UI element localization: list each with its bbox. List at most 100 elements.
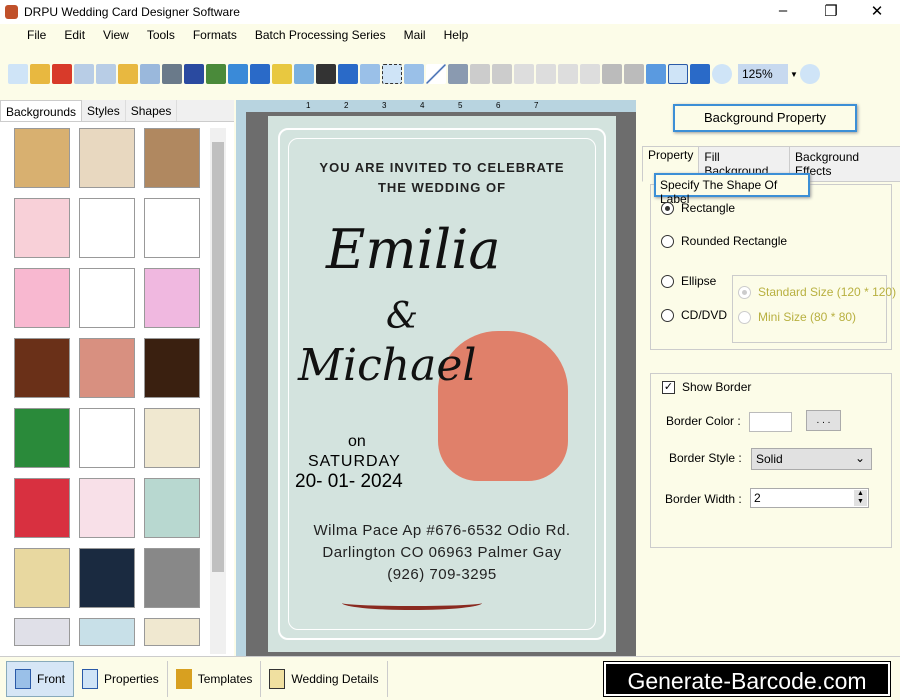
pen-icon[interactable] (250, 64, 270, 84)
save-icon[interactable] (74, 64, 94, 84)
tab-shapes[interactable]: Shapes (126, 100, 178, 121)
fit-icon[interactable] (690, 64, 710, 84)
panel-title: Background Property (673, 104, 857, 132)
groom-name: Michael (298, 340, 477, 391)
export-icon[interactable] (118, 64, 138, 84)
print-preview-icon[interactable] (140, 64, 160, 84)
border-width-spinner[interactable]: 2 ▲ ▼ (750, 488, 869, 508)
new-icon[interactable] (8, 64, 28, 84)
menu-tools[interactable]: Tools (138, 28, 184, 42)
menu-help[interactable]: Help (435, 28, 478, 42)
insert-picture-icon[interactable] (228, 64, 248, 84)
background-thumbnail[interactable] (79, 338, 135, 398)
shapes-icon[interactable] (272, 64, 292, 84)
background-thumbnail[interactable] (79, 198, 135, 258)
minimize-button[interactable]: – (768, 2, 798, 19)
tab-templates[interactable]: Templates (168, 660, 262, 697)
grid-icon[interactable] (646, 64, 666, 84)
chevron-down-icon[interactable]: ▼ (790, 70, 798, 79)
menu-formats[interactable]: Formats (184, 28, 246, 42)
mail-icon[interactable] (404, 64, 424, 84)
send-back-icon[interactable] (624, 64, 644, 84)
background-thumbnail[interactable] (144, 618, 200, 646)
menu-mail[interactable]: Mail (395, 28, 435, 42)
day-label: SATURDAY (308, 453, 401, 470)
menu-edit[interactable]: Edit (55, 28, 94, 42)
browse-color-button[interactable]: . . . (806, 410, 841, 431)
background-thumbnail[interactable] (79, 268, 135, 328)
background-thumbnail[interactable] (144, 408, 200, 468)
zoom-out-icon[interactable] (799, 64, 820, 84)
bring-front-icon[interactable] (602, 64, 622, 84)
signature-icon[interactable] (382, 64, 402, 84)
background-thumbnail[interactable] (144, 548, 200, 608)
zoom-select[interactable]: 125% (738, 64, 788, 84)
templates-icon (175, 668, 192, 689)
radio-mini-size[interactable]: Mini Size (80 * 80) (738, 310, 856, 324)
menu-batch[interactable]: Batch Processing Series (246, 28, 395, 42)
zoom-in-icon[interactable] (712, 64, 732, 84)
redo-icon[interactable] (492, 64, 512, 84)
tab-styles[interactable]: Styles (82, 100, 126, 121)
background-thumbnail[interactable] (14, 478, 70, 538)
background-thumbnail[interactable] (14, 128, 70, 188)
background-thumbnail[interactable] (79, 618, 135, 646)
cut-icon[interactable] (514, 64, 534, 84)
background-thumbnail[interactable] (144, 198, 200, 258)
tab-front[interactable]: Front (6, 660, 75, 697)
close-button[interactable]: ✕ (862, 2, 892, 20)
radio-rounded-rectangle[interactable]: Rounded Rectangle (661, 234, 787, 248)
maximize-button[interactable]: ❐ (816, 2, 846, 20)
tab-wedding-details[interactable]: Wedding Details (261, 660, 388, 697)
border-color-swatch[interactable] (749, 412, 792, 432)
background-thumbnail[interactable] (14, 618, 70, 646)
background-thumbnail[interactable] (144, 268, 200, 328)
text-icon[interactable] (338, 64, 358, 84)
radio-cd-dvd[interactable]: CD/DVD (661, 308, 727, 322)
menu-file[interactable]: File (18, 28, 55, 42)
background-thumbnail[interactable] (14, 198, 70, 258)
line-icon[interactable] (426, 64, 446, 84)
background-thumbnail[interactable] (144, 338, 200, 398)
barcode-icon[interactable] (316, 64, 336, 84)
save-as-icon[interactable] (96, 64, 116, 84)
close-file-icon[interactable] (52, 64, 72, 84)
background-thumbnail[interactable] (79, 128, 135, 188)
background-thumbnail[interactable] (14, 338, 70, 398)
tab-backgrounds[interactable]: Backgrounds (0, 100, 83, 121)
paste-icon[interactable] (558, 64, 578, 84)
wedding-card[interactable]: YOU ARE INVITED TO CELEBRATE THE WEDDING… (268, 116, 616, 652)
thumbnail-scrollbar[interactable] (210, 128, 226, 654)
window-title: DRPU Wedding Card Designer Software (24, 5, 240, 19)
wedding-date: 20- 01- 2024 (295, 471, 403, 492)
radio-rectangle[interactable]: Rectangle (661, 201, 735, 215)
tab-properties[interactable]: Properties (74, 660, 168, 697)
background-thumbnail[interactable] (14, 268, 70, 328)
show-border-checkbox[interactable]: ✓ Show Border (662, 380, 751, 394)
print-icon[interactable] (162, 64, 182, 84)
radio-standard-size[interactable]: Standard Size (120 * 120) (738, 285, 896, 299)
database-icon[interactable] (448, 64, 468, 84)
background-thumbnail[interactable] (144, 478, 200, 538)
undo-icon[interactable] (470, 64, 490, 84)
background-thumbnail[interactable] (14, 408, 70, 468)
menu-view[interactable]: View (94, 28, 138, 42)
background-thumbnail[interactable] (144, 128, 200, 188)
background-thumbnail[interactable] (79, 478, 135, 538)
delete-icon[interactable] (580, 64, 600, 84)
app-icon (5, 5, 18, 19)
background-thumbnail[interactable] (79, 408, 135, 468)
image-icon[interactable] (206, 64, 226, 84)
open-icon[interactable] (30, 64, 50, 84)
bride-name: Emilia (326, 218, 501, 281)
watermark-icon[interactable] (294, 64, 314, 84)
word-art-icon[interactable] (360, 64, 380, 84)
layers-icon[interactable] (184, 64, 204, 84)
background-thumbnail[interactable] (79, 548, 135, 608)
copy-icon[interactable] (536, 64, 556, 84)
actual-size-icon[interactable] (668, 64, 688, 84)
border-style-select[interactable]: Solid ⌄ (751, 448, 872, 470)
border-style-label: Border Style : (669, 451, 742, 465)
background-thumbnail[interactable] (14, 548, 70, 608)
radio-ellipse[interactable]: Ellipse (661, 274, 716, 288)
